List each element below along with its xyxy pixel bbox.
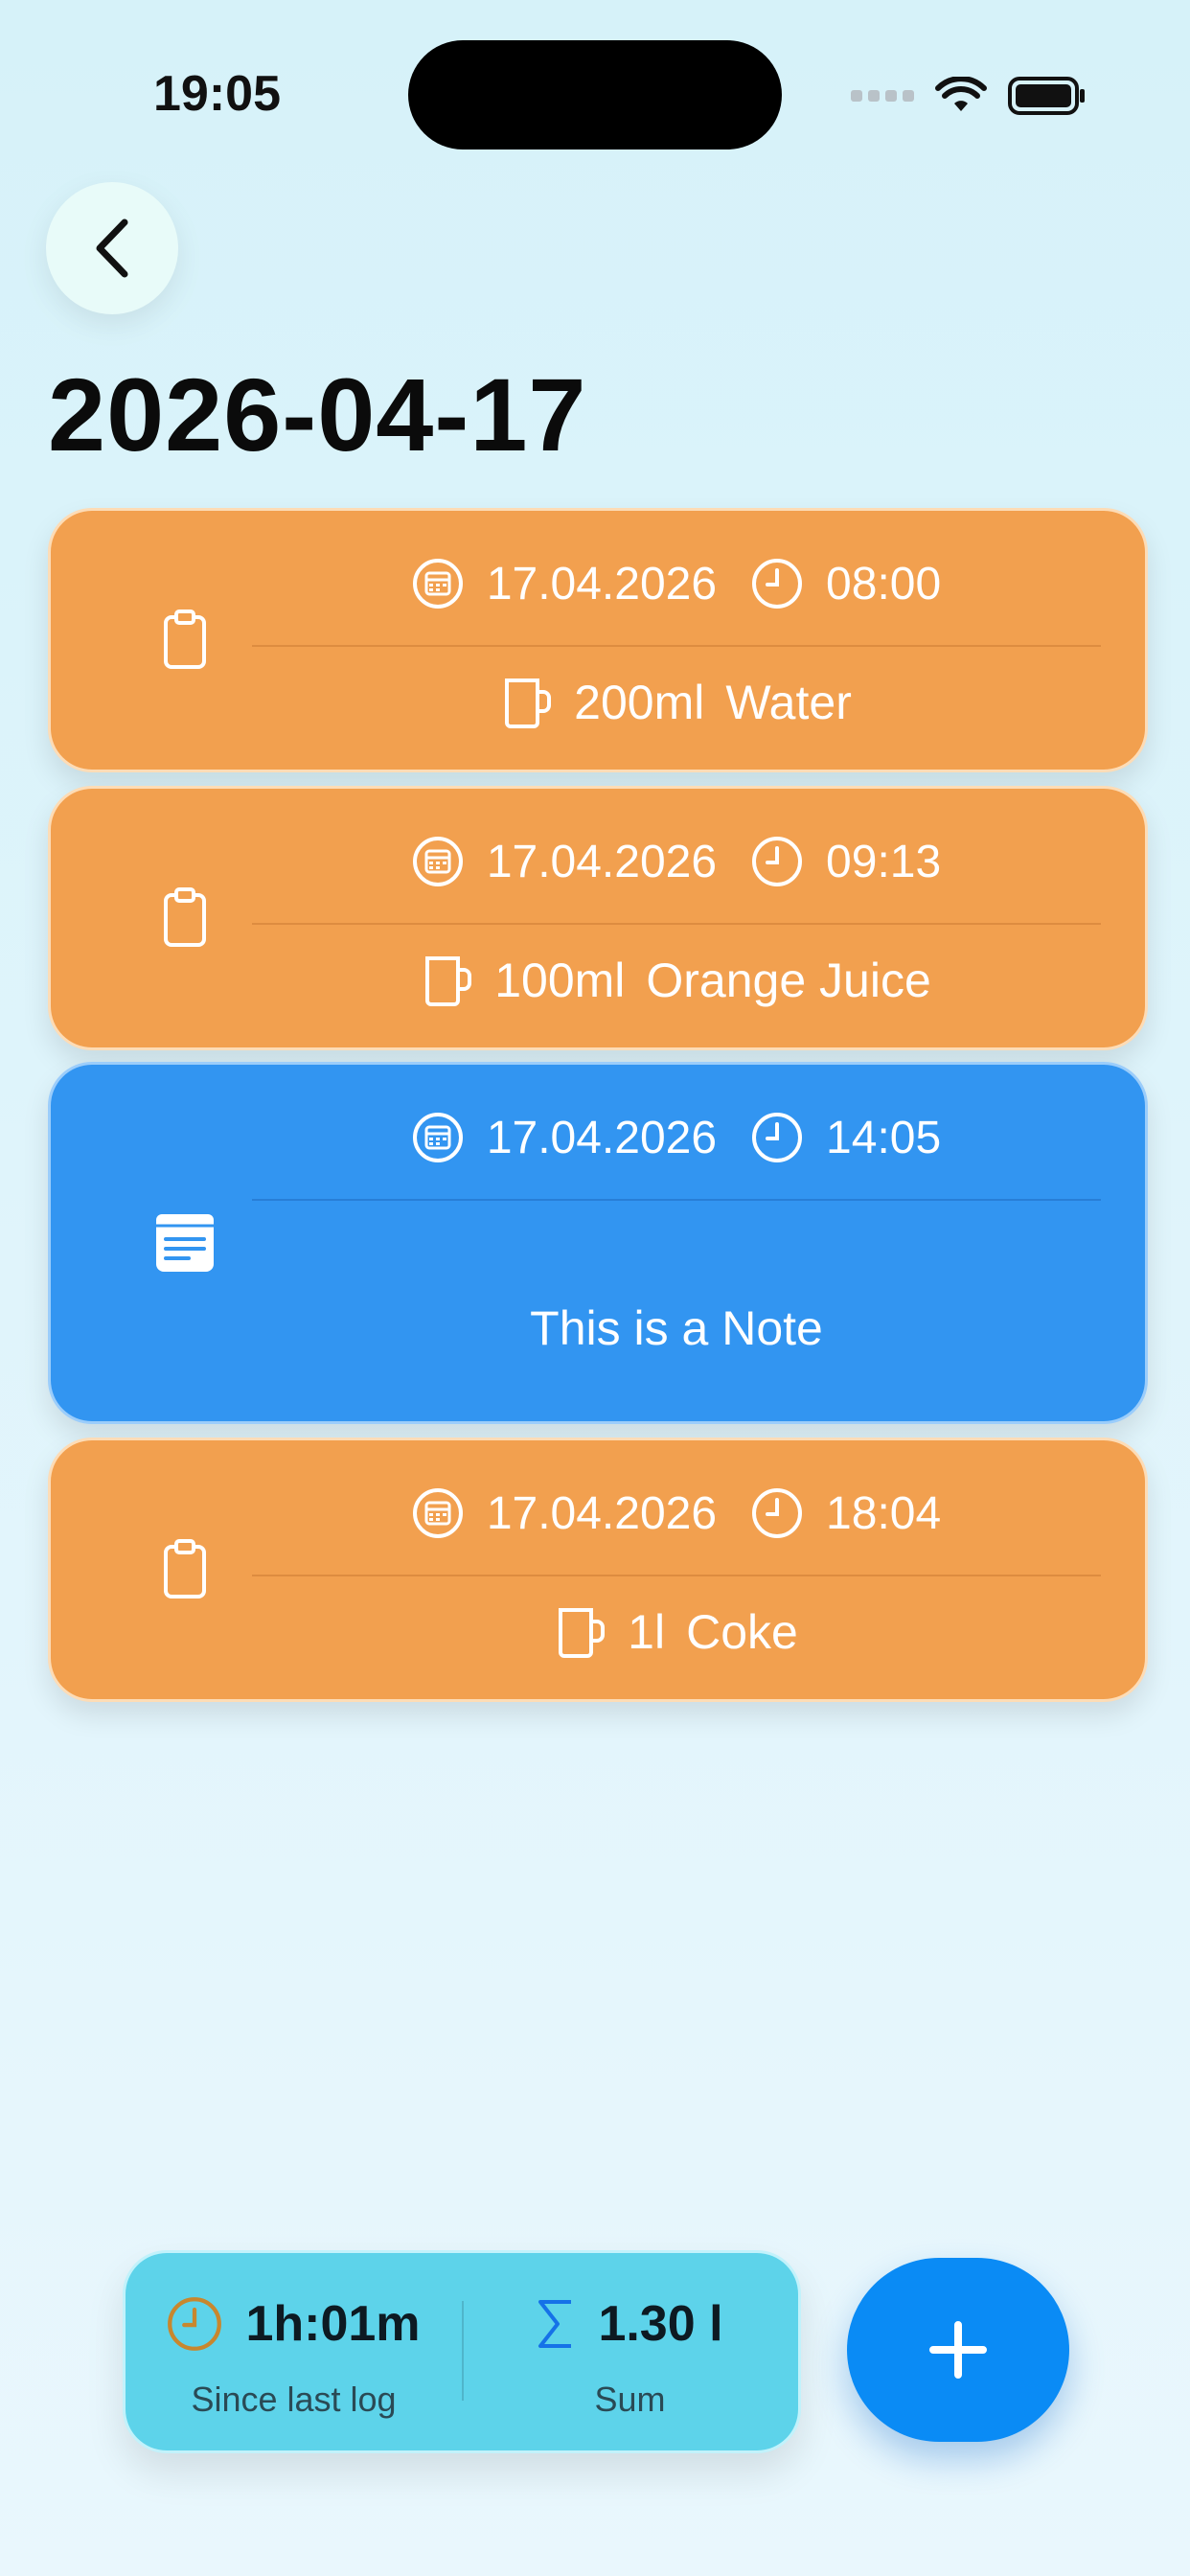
clock-icon [752, 837, 803, 886]
entry-time: 09:13 [826, 836, 942, 887]
since-last-log-value: 1h:01m [245, 2296, 421, 2352]
mug-icon [559, 1608, 606, 1658]
mug-icon [505, 678, 552, 728]
clipboard-icon [137, 592, 233, 688]
entry-date: 17.04.2026 [486, 1112, 718, 1163]
back-button[interactable] [46, 182, 178, 314]
note-entry-card[interactable]: 17.04.2026 14:05 This is a Note [48, 1062, 1148, 1424]
summary-panel: 1h:01m Since last log 1.30 l Sum [123, 2250, 801, 2453]
since-last-log-label: Since last log [191, 2380, 397, 2419]
cellular-signal-icon [851, 90, 914, 102]
divider [252, 923, 1101, 925]
entry-date: 17.04.2026 [486, 1487, 718, 1539]
status-time: 19:05 [153, 66, 281, 122]
divider [252, 1199, 1101, 1201]
log-entry-card[interactable]: 17.04.2026 08:00 200ml Water [48, 508, 1148, 772]
clock-icon [752, 1488, 803, 1538]
calendar-icon [412, 1113, 463, 1162]
page-title: 2026-04-17 [48, 356, 587, 472]
entry-amount: 200ml [574, 676, 705, 729]
since-last-log: 1h:01m Since last log [126, 2253, 462, 2450]
dynamic-island [408, 40, 782, 150]
calendar-icon [412, 559, 463, 609]
wifi-icon [935, 77, 987, 111]
note-icon [137, 1195, 233, 1291]
clock-icon [168, 2297, 222, 2351]
clipboard-icon [137, 870, 233, 966]
entry-time: 14:05 [826, 1112, 942, 1163]
plus-icon [929, 2321, 987, 2379]
divider [252, 645, 1101, 647]
clipboard-icon [137, 1522, 233, 1618]
sum-total: 1.30 l Sum [462, 2253, 798, 2450]
entry-amount: 1l [628, 1605, 666, 1659]
sum-value: 1.30 l [598, 2296, 723, 2352]
divider [252, 1575, 1101, 1576]
status-indicators [851, 69, 1087, 123]
entry-drink: Orange Juice [646, 954, 931, 1007]
calendar-icon [412, 1488, 463, 1538]
entry-date: 17.04.2026 [486, 836, 718, 887]
entry-time: 08:00 [826, 558, 942, 610]
entry-drink: Water [725, 676, 852, 729]
log-entry-card[interactable]: 17.04.2026 18:04 1l Coke [48, 1438, 1148, 1702]
chevron-left-icon [96, 218, 128, 278]
battery-icon [1008, 77, 1085, 115]
entry-date: 17.04.2026 [486, 558, 718, 610]
calendar-icon [412, 837, 463, 886]
sum-label: Sum [594, 2380, 666, 2419]
clock-icon [752, 559, 803, 609]
entry-drink: Coke [686, 1605, 798, 1659]
entry-amount: 100ml [494, 954, 626, 1007]
mug-icon [425, 956, 472, 1006]
add-entry-button[interactable] [847, 2258, 1069, 2442]
entry-time: 18:04 [826, 1487, 942, 1539]
note-text: This is a Note [530, 1301, 823, 1355]
clock-icon [752, 1113, 803, 1162]
log-entry-card[interactable]: 17.04.2026 09:13 100ml Orange Juice [48, 786, 1148, 1050]
sigma-icon [538, 2300, 572, 2348]
